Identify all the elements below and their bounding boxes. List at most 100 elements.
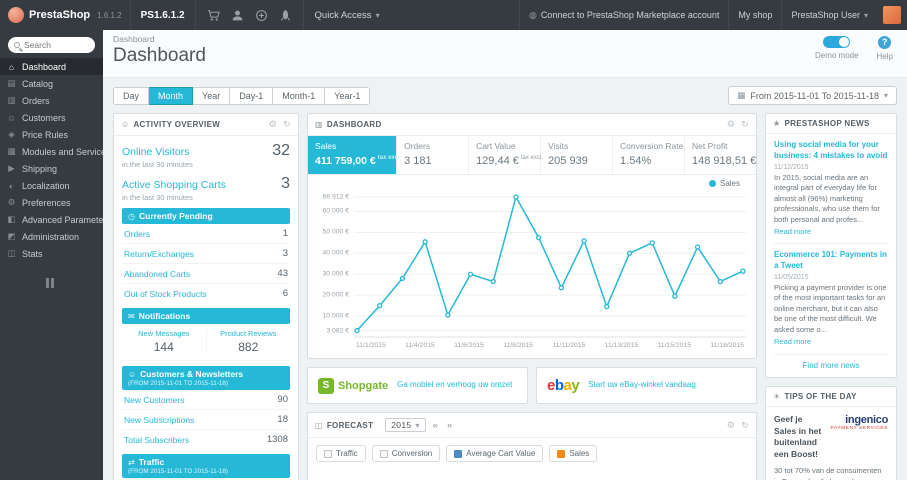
read-more-link[interactable]: Read more	[774, 337, 811, 346]
date-range-picker[interactable]: ▦ From 2015-11-01 To 2015-11-18 ▾	[728, 86, 897, 105]
chevron-down-icon: ▾	[375, 10, 380, 20]
sidebar-item-localization[interactable]: ◐ Localization	[0, 177, 103, 194]
tips-panel-title: TIPS OF THE DAY	[784, 392, 857, 402]
add-icon[interactable]	[255, 9, 268, 22]
demo-mode-toggle[interactable]	[823, 36, 851, 48]
sidebar-collapse-button[interactable]	[45, 278, 58, 288]
kpi-visits[interactable]: Visits 205 939	[541, 136, 614, 174]
news-article-title[interactable]: Ecommerce 101: Payments in a Tweet	[774, 250, 888, 272]
online-visitors-link[interactable]: Online Visitors	[122, 146, 272, 158]
forecast-year-select[interactable]: 2015 ▾	[385, 418, 426, 432]
sidebar-item-shipping[interactable]: ▶ Shipping	[0, 160, 103, 177]
kpi-cart-value[interactable]: Cart Value 129,44 € tax excl.	[469, 136, 543, 174]
ebay-link[interactable]: Start uw eBay-winkel vandaag	[588, 380, 696, 390]
sidebar-item-dashboard[interactable]: ⌂ Dashboard	[0, 58, 103, 75]
sidebar-item-stats[interactable]: ◫ Stats	[0, 245, 103, 262]
my-shop-link[interactable]: My shop	[728, 0, 781, 30]
x-tick-label: 11/6/2015	[454, 342, 484, 349]
refresh-icon[interactable]: ↻	[741, 119, 749, 130]
new-messages-cell[interactable]: New Messages 144	[122, 329, 206, 354]
checkbox-icon	[324, 449, 332, 458]
sidebar-search[interactable]	[8, 37, 95, 53]
toggle-average-cart-value[interactable]: Average Cart Value	[446, 445, 544, 462]
sidebar-item-modules[interactable]: ▩ Modules and Services	[0, 143, 103, 160]
read-more-link[interactable]: Read more	[774, 227, 811, 236]
article-divider	[774, 243, 888, 245]
customer-icon[interactable]	[231, 9, 244, 22]
row-label: Orders	[124, 228, 150, 239]
news-article: Using social media for your business: 4 …	[774, 140, 888, 237]
kpi-net-profit[interactable]: Net Profit 148 918,51 €	[685, 136, 756, 174]
avatar[interactable]	[883, 6, 901, 24]
sidebar-item-label: Stats	[22, 248, 43, 259]
range-day-button[interactable]: Day	[113, 86, 150, 105]
range-day-1-button[interactable]: Day-1	[230, 86, 274, 105]
product-reviews-cell[interactable]: Product Reviews 882	[205, 329, 291, 354]
total-subscribers-row[interactable]: Total Subscribers 1308	[122, 430, 290, 449]
abandoned-carts-row[interactable]: Abandoned Carts 43	[122, 264, 290, 284]
legend-dot	[708, 180, 716, 187]
tips-panel-header: ☀ TIPS OF THE DAY	[766, 387, 896, 408]
y-tick-label: 20 000 €	[322, 291, 349, 299]
quick-access-menu[interactable]: Quick Access ▾	[302, 0, 391, 30]
new-messages-label: New Messages	[138, 329, 190, 338]
rocket-icon[interactable]	[279, 9, 292, 22]
chart-legend[interactable]: Sales	[708, 179, 740, 188]
out-of-stock-row[interactable]: Out of Stock Products 6	[122, 284, 290, 303]
breadcrumb[interactable]: Dashboard	[113, 34, 897, 44]
middle-column: ▥ DASHBOARD ⚙ ↻ Sales 411 759,00 € tax exc…	[307, 113, 757, 480]
find-more-news-link[interactable]: Find more news	[774, 354, 888, 370]
sidebar-item-advanced-parameters[interactable]: ◧ Advanced Parameters	[0, 211, 103, 228]
sidebar-item-customers[interactable]: ☺ Customers	[0, 109, 103, 126]
help-button[interactable]: ?	[878, 36, 892, 49]
sidebar-item-administration[interactable]: ◩ Administration	[0, 228, 103, 245]
active-carts-link[interactable]: Active Shopping Carts	[122, 179, 281, 191]
sidebar-item-preferences[interactable]: ⚙ Preferences	[0, 194, 103, 211]
y-tick-label: 30 000 €	[322, 270, 349, 278]
gear-icon[interactable]: ⚙	[727, 119, 735, 130]
range-year-button[interactable]: Year	[193, 86, 231, 105]
refresh-icon[interactable]: ↻	[283, 119, 291, 130]
new-subscriptions-row[interactable]: New Subscriptions 18	[122, 410, 290, 430]
gear-icon[interactable]: ⚙	[727, 420, 735, 431]
forecast-next-button[interactable]: »	[445, 420, 454, 430]
gear-icon[interactable]: ⚙	[269, 119, 277, 130]
range-month-1-button[interactable]: Month-1	[273, 86, 326, 105]
news-panel-title: PRESTASHOP NEWS	[784, 119, 870, 128]
ingenico-logo[interactable]: ingenico PAYMENT SERVICES	[831, 414, 889, 431]
ebay-letter: e	[547, 377, 555, 394]
sidebar-item-price-rules[interactable]: ◈ Price Rules	[0, 126, 103, 143]
toggle-sales[interactable]: Sales	[549, 445, 598, 462]
kpi-value: 129,44 €	[476, 155, 519, 167]
home-icon: ⌂	[8, 61, 15, 72]
cart-icon[interactable]	[207, 9, 220, 22]
sidebar-item-label: Advanced Parameters	[22, 214, 103, 225]
kpi-conversion-rate[interactable]: Conversion Rate 1.54%	[613, 136, 686, 174]
toggle-traffic[interactable]: Traffic	[316, 445, 366, 462]
forecast-prev-button[interactable]: «	[431, 420, 440, 430]
pending-returns-row[interactable]: Return/Exchanges 3	[122, 244, 290, 264]
localization-icon: ◐	[8, 180, 15, 191]
news-article-title[interactable]: Using social media for your business: 4 …	[774, 140, 888, 162]
kpi-orders[interactable]: Orders 3 181	[397, 136, 470, 174]
user-menu[interactable]: PrestaShop User ▾	[781, 0, 877, 30]
toggle-conversion[interactable]: Conversion	[371, 445, 441, 462]
pending-orders-row[interactable]: Orders 1	[122, 224, 290, 244]
activity-panel-body: Online Visitors 32 in the last 30 minute…	[114, 136, 298, 480]
marketplace-link[interactable]: ◍ Connect to PrestaShop Marketplace acco…	[518, 0, 728, 30]
kpi-sales[interactable]: Sales 411 759,00 € tax excl.	[308, 136, 401, 174]
calendar-icon: ▦	[737, 90, 746, 100]
sidebar-item-orders[interactable]: ▥ Orders	[0, 92, 103, 109]
shopgate-link[interactable]: Ga mobiel en verhoog uw omzet	[397, 380, 512, 390]
prestashop-logo[interactable]: PrestaShop 1.6.1.2	[0, 0, 130, 30]
sidebar-item-catalog[interactable]: ▤ Catalog	[0, 75, 103, 92]
new-customers-row[interactable]: New Customers 90	[122, 390, 290, 410]
range-month-button[interactable]: Month	[149, 86, 194, 105]
shop-name[interactable]: PS1.6.1.2	[129, 0, 195, 30]
refresh-icon[interactable]: ↻	[741, 420, 749, 431]
search-input[interactable]	[24, 40, 89, 50]
range-button-group: Day Month Year Day-1 Month-1 Year-1	[113, 86, 371, 105]
topbar-icons	[194, 0, 303, 30]
tips-icon: ☀	[773, 392, 781, 402]
range-year-1-button[interactable]: Year-1	[325, 86, 371, 105]
